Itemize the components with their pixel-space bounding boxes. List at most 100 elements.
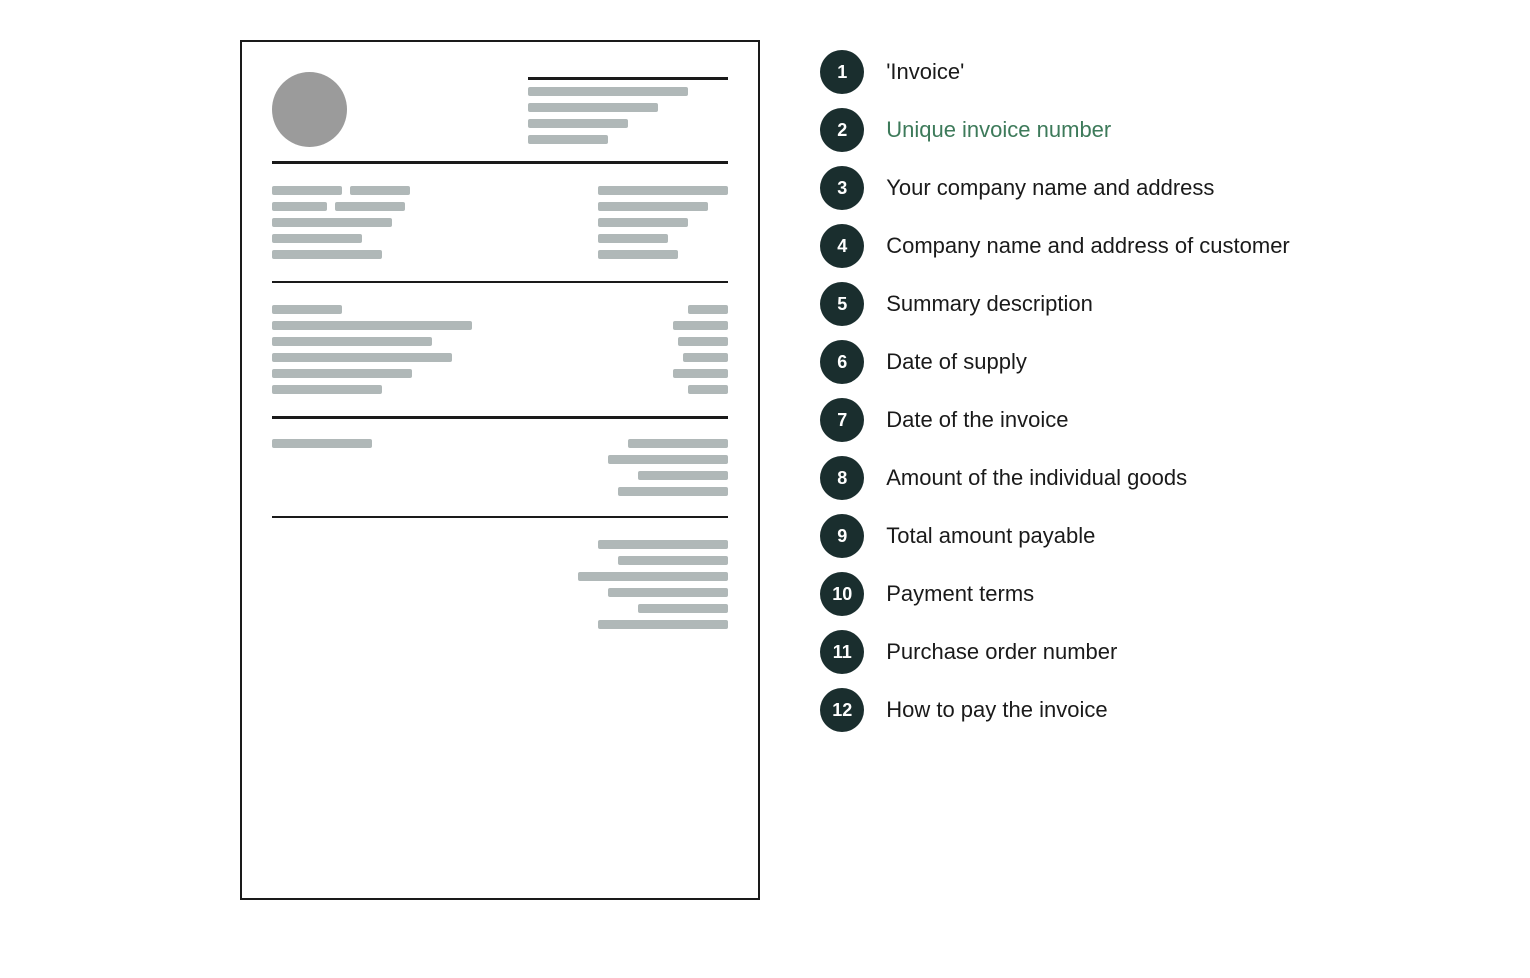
bar [638,604,728,613]
bar [335,202,405,211]
line-items-section [272,291,728,408]
divider-3 [272,416,728,419]
bar [673,369,728,378]
invoice-header [272,72,728,147]
badge-10: 10 [820,572,864,616]
badge-1: 1 [820,50,864,94]
info-col-left [272,186,410,259]
line-item-row [272,337,728,346]
badge-12: 12 [820,688,864,732]
legend-item-6: 6 Date of supply [820,340,1290,384]
badge-6: 6 [820,340,864,384]
bar [678,337,728,346]
bar [598,620,728,629]
bar [272,218,392,227]
legend-item-12: 12 How to pay the invoice [820,688,1290,732]
bar [598,218,688,227]
bar [272,305,342,314]
bar [628,439,728,448]
bar [688,305,728,314]
badge-11: 11 [820,630,864,674]
header-bar-4 [528,135,608,144]
legend-item-7: 7 Date of the invoice [820,398,1290,442]
legend-item-3: 3 Your company name and address [820,166,1290,210]
bar [608,588,728,597]
bar [598,234,668,243]
line-item-row [272,305,728,314]
legend-item-5: 5 Summary description [820,282,1290,326]
header-line-accent [528,77,728,80]
legend-label-3: Your company name and address [886,175,1214,201]
legend-label-11: Purchase order number [886,639,1117,665]
payment-section [272,526,728,629]
bar [272,337,432,346]
bar [608,455,728,464]
line-item-row [272,385,728,394]
subtotals-section [272,427,728,508]
bar [683,353,728,362]
bar [688,385,728,394]
bar [598,202,708,211]
legend-label-2: Unique invoice number [886,117,1111,143]
badge-5: 5 [820,282,864,326]
bar [272,202,327,211]
legend-item-8: 8 Amount of the individual goods [820,456,1290,500]
badge-8: 8 [820,456,864,500]
bar [272,234,362,243]
bar [673,321,728,330]
bar [272,250,382,259]
line-item-row [272,369,728,378]
line-item-row [272,353,728,362]
legend-item-1: 1 'Invoice' [820,50,1290,94]
line-item-row [272,321,728,330]
bar [350,186,410,195]
header-bar-2 [528,103,658,112]
legend-label-10: Payment terms [886,581,1034,607]
bar [272,186,342,195]
legend-item-10: 10 Payment terms [820,572,1290,616]
bar [272,321,472,330]
legend-label-8: Amount of the individual goods [886,465,1187,491]
legend-item-11: 11 Purchase order number [820,630,1290,674]
info-section [272,172,728,273]
legend-item-2: 2 Unique invoice number [820,108,1290,152]
subtotals-right [608,439,728,496]
bar [578,572,728,581]
badge-9: 9 [820,514,864,558]
legend-label-5: Summary description [886,291,1093,317]
legend-label-9: Total amount payable [886,523,1095,549]
bar [618,556,728,565]
legend-label-12: How to pay the invoice [886,697,1107,723]
legend-list: 1 'Invoice' 2 Unique invoice number 3 Your co… [820,40,1290,732]
divider-1 [272,161,728,164]
legend-label-4: Company name and address of customer [886,233,1290,259]
subtotals-left [272,439,372,448]
bar [638,471,728,480]
bar [598,540,728,549]
invoice-mockup [240,40,760,900]
page-container: 1 'Invoice' 2 Unique invoice number 3 Your co… [0,0,1530,978]
header-bar-1 [528,87,688,96]
legend-label-6: Date of supply [886,349,1027,375]
bar [598,250,678,259]
bar [272,439,372,448]
bar [272,369,412,378]
header-lines-block [528,72,728,144]
company-logo [272,72,347,147]
bar [272,353,452,362]
legend-item-9: 9 Total amount payable [820,514,1290,558]
badge-7: 7 [820,398,864,442]
badge-3: 3 [820,166,864,210]
bar [272,385,382,394]
badge-4: 4 [820,224,864,268]
header-bar-3 [528,119,628,128]
badge-2: 2 [820,108,864,152]
legend-label-7: Date of the invoice [886,407,1068,433]
bar [598,186,728,195]
legend-item-4: 4 Company name and address of customer [820,224,1290,268]
divider-4 [272,516,728,519]
divider-2 [272,281,728,284]
info-col-right [598,186,728,259]
bar [618,487,728,496]
legend-label-1: 'Invoice' [886,59,964,85]
